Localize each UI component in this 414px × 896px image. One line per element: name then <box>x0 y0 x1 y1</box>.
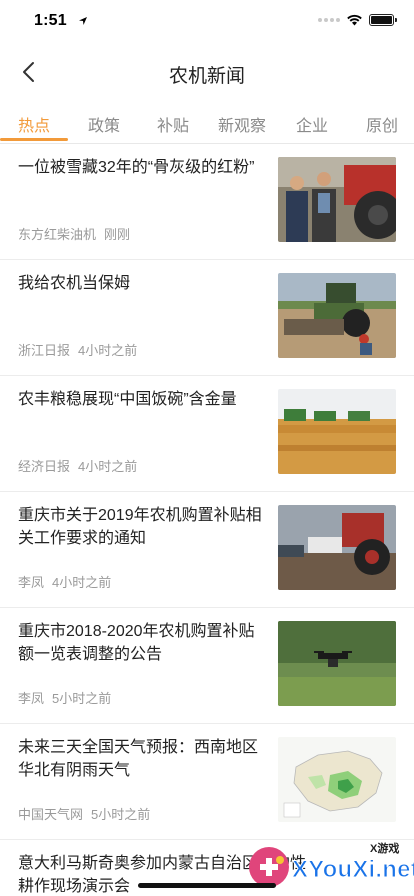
status-bar: 1:51 <box>0 0 414 44</box>
news-thumbnail[interactable] <box>278 157 396 242</box>
news-title: 我给农机当保姆 <box>18 275 131 292</box>
weather-map <box>278 737 396 822</box>
news-item[interactable]: 我给农机当保姆 浙江日报 4小时之前 <box>0 260 414 376</box>
news-item[interactable]: 一位被雪藏32年的“骨灰级的红粉” 东方红柴油机 刚刚 <box>0 144 414 260</box>
watermark-text: XYouXi.net <box>292 856 414 884</box>
tab-original[interactable]: 原创 <box>350 112 414 136</box>
news-meta: 李凤 4小时之前 <box>18 572 111 591</box>
watermark-tag: X游戏 <box>370 843 400 855</box>
status-indicators <box>318 14 397 26</box>
news-source: 经济日报 <box>18 459 71 474</box>
news-title: 一位被雪藏32年的“骨灰级的红粉” <box>18 159 255 176</box>
news-item[interactable]: 重庆市关于2019年农机购置补贴相关工作要求的通知 李凤 4小时之前 <box>0 492 414 608</box>
news-thumbnail[interactable] <box>278 737 396 822</box>
tractor-men-photo <box>278 157 396 242</box>
location-arrow-icon <box>79 17 87 25</box>
tab-enterprise[interactable]: 企业 <box>280 112 344 136</box>
tab-subsidy[interactable]: 补贴 <box>141 112 205 136</box>
nav-bar: 农机新闻 <box>0 44 414 100</box>
news-thumbnail[interactable] <box>278 505 396 590</box>
news-thumbnail[interactable] <box>278 389 396 474</box>
news-meta: 中国天气网 5小时之前 <box>18 804 150 823</box>
tab-observation[interactable]: 新观察 <box>210 112 274 136</box>
red-tractor-photo <box>278 505 396 590</box>
news-title: 重庆市2018-2020年农机购置补贴额一览表调整的公告 <box>18 623 255 663</box>
news-meta: 李凤 5小时之前 <box>18 688 111 707</box>
page-title: 农机新闻 <box>168 66 245 87</box>
news-thumbnail[interactable] <box>278 621 396 706</box>
news-meta: 经济日报 4小时之前 <box>18 456 137 475</box>
battery-icon <box>369 14 397 26</box>
news-time: 4小时之前 <box>78 459 138 474</box>
wheat-harvest-photo <box>278 389 396 474</box>
news-time: 刚刚 <box>104 227 131 242</box>
news-time: 4小时之前 <box>78 343 138 358</box>
news-source: 东方红柴油机 <box>18 227 97 242</box>
news-time: 5小时之前 <box>91 807 151 822</box>
wifi-icon <box>347 14 362 26</box>
active-tab-indicator <box>0 138 68 141</box>
status-time: 1:51 <box>34 12 67 29</box>
home-indicator <box>138 883 276 888</box>
news-thumbnail[interactable] <box>278 273 396 358</box>
news-item[interactable]: 未来三天全国天气预报：西南地区华北有阴雨天气 中国天气网 5小时之前 <box>0 724 414 840</box>
drone-field-photo <box>278 621 396 706</box>
signal-icon <box>318 18 340 22</box>
news-meta: 东方红柴油机 刚刚 <box>18 224 130 243</box>
news-list: 一位被雪藏32年的“骨灰级的红粉” 东方红柴油机 刚刚 我给农机当保姆 浙江日报 4… <box>0 144 414 896</box>
tab-policy[interactable]: 政策 <box>72 112 136 136</box>
news-source: 中国天气网 <box>18 807 84 822</box>
news-source: 李凤 <box>18 575 45 590</box>
tractor-field-photo <box>278 273 396 358</box>
news-item[interactable]: 农丰粮稳展现“中国饭碗”含金量 经济日报 4小时之前 <box>0 376 414 492</box>
news-time: 5小时之前 <box>52 691 112 706</box>
news-title: 未来三天全国天气预报：西南地区华北有阴雨天气 <box>18 739 259 779</box>
news-title: 农丰粮稳展现“中国饭碗”含金量 <box>18 391 237 408</box>
news-time: 4小时之前 <box>52 575 112 590</box>
news-source: 浙江日报 <box>18 343 71 358</box>
news-item[interactable]: 重庆市2018-2020年农机购置补贴额一览表调整的公告 李凤 5小时之前 <box>0 608 414 724</box>
news-meta: 浙江日报 4小时之前 <box>18 340 137 359</box>
news-source: 李凤 <box>18 691 45 706</box>
news-title: 重庆市关于2019年农机购置补贴相关工作要求的通知 <box>18 507 262 547</box>
tab-hot[interactable]: 热点 <box>2 112 66 136</box>
